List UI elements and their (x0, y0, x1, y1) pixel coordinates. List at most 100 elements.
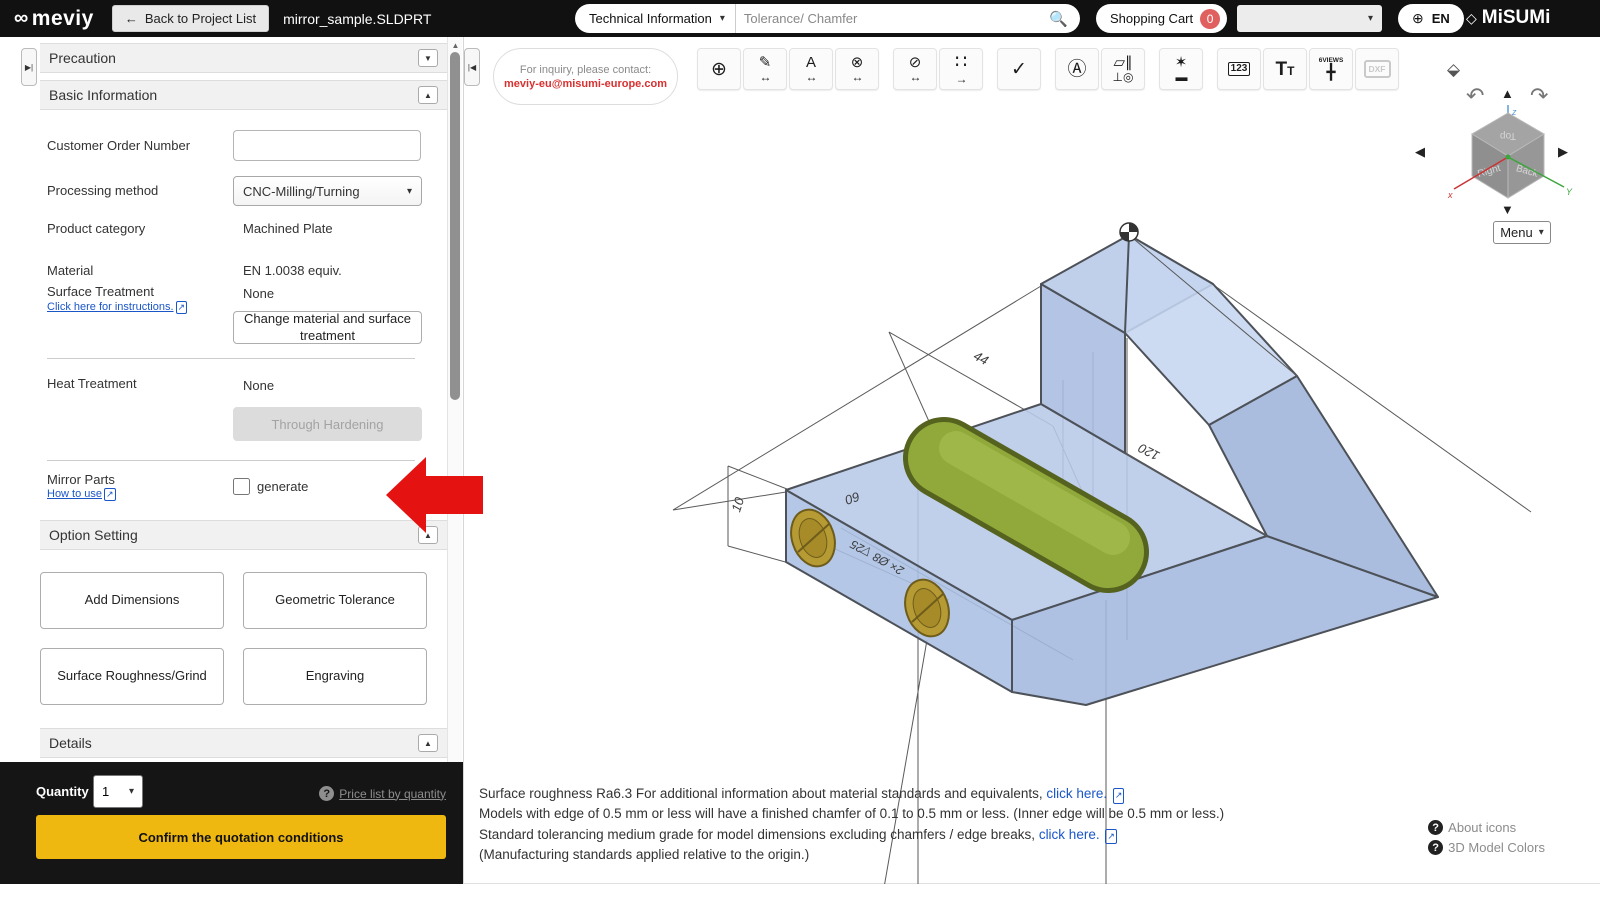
option-setting-title: Option Setting (49, 527, 138, 543)
search-category-value: Technical Information (589, 11, 712, 26)
surface-treatment-value: None (243, 286, 275, 301)
quantity-value: 1 (102, 784, 110, 799)
generate-label: generate (257, 479, 309, 494)
note-line-4: (Manufacturing standards applied relativ… (479, 846, 810, 862)
material-standards-link[interactable]: click here. ↗ (1046, 786, 1125, 804)
view-cube-icon[interactable]: ⬙ (1447, 60, 1460, 80)
divider (47, 358, 415, 359)
cad-viewport[interactable]: For inquiry, please contact: meviy-eu@mi… (463, 37, 1600, 884)
shopping-cart-button[interactable]: Shopping Cart 0 (1096, 4, 1228, 33)
divider (47, 460, 415, 461)
3d-model-canvas[interactable]: 44 120 10 60 2× Ø8 ▽25 (464, 37, 1600, 884)
misumi-logo-text: MiSUMi (1481, 7, 1551, 28)
menu-button[interactable]: Menu ▾ (1493, 221, 1551, 244)
external-link-icon: ↗ (175, 301, 188, 314)
svg-text:x: x (1447, 190, 1453, 200)
add-dimensions-button[interactable]: Add Dimensions (40, 572, 224, 629)
details-toggle-button[interactable]: ▲ (418, 734, 438, 752)
datum-target-marker (1119, 222, 1139, 242)
material-value: EN 1.0038 equiv. (243, 263, 342, 278)
meviy-logo-text: meviy (31, 6, 94, 30)
meviy-logo-icon: ∞ (14, 7, 29, 29)
search-capsule: Technical Information ▾ 🔍 (575, 4, 1080, 33)
project-select[interactable]: ▾ (1237, 5, 1382, 32)
question-icon: ? (1428, 820, 1444, 835)
processing-method-label: Processing method (47, 183, 159, 198)
back-button-label: Back to Project List (144, 11, 257, 26)
model-colors-link[interactable]: ? 3D Model Colors (1428, 840, 1545, 855)
chevron-down-icon: ▾ (406, 185, 412, 197)
scrollbar-thumb[interactable] (450, 52, 460, 400)
help-links: ? About icons ? 3D Model Colors (1428, 820, 1545, 860)
engraving-button[interactable]: Engraving (243, 648, 427, 705)
meviy-app: ∞ meviy ← Back to Project List mirror_sa… (0, 0, 1600, 900)
basic-information-toggle-button[interactable]: ▲ (418, 86, 438, 104)
red-attention-arrow (386, 457, 483, 533)
how-to-use-link[interactable]: How to use ↗ (47, 488, 116, 501)
settings-sidebar: Precaution ▼ Basic Information ▲ Custome… (40, 37, 483, 762)
section-details[interactable]: Details ▲ (40, 728, 447, 758)
precaution-toggle-button[interactable]: ▼ (418, 49, 438, 67)
product-category-value: Machined Plate (243, 221, 333, 236)
surface-roughness-button[interactable]: Surface Roughness/Grind (40, 648, 224, 705)
svg-text:Y: Y (1566, 187, 1573, 197)
manufacturing-notes: Surface roughness Ra6.3 For additional i… (479, 784, 1224, 865)
search-icon[interactable]: 🔍 (1049, 10, 1068, 28)
dim-slot-length: 44 (971, 348, 991, 368)
cart-count-badge: 0 (1200, 8, 1221, 29)
language-button[interactable]: ⊕ EN (1398, 4, 1464, 33)
about-icons-link[interactable]: ? About icons (1428, 820, 1545, 835)
note-line-3: Standard tolerancing medium grade for mo… (479, 826, 1039, 842)
globe-icon: ⊕ (1412, 10, 1424, 26)
through-hardening-button[interactable]: Through Hardening (233, 407, 422, 441)
product-category-label: Product category (47, 221, 146, 236)
shopping-cart-label: Shopping Cart (1110, 11, 1194, 26)
chevron-down-icon: ▾ (1538, 227, 1544, 238)
meviy-logo[interactable]: ∞ meviy (14, 7, 94, 31)
external-link-icon: ↗ (104, 488, 116, 501)
customer-order-number-input[interactable] (233, 130, 421, 161)
mirror-parts-label: Mirror Parts (47, 472, 115, 487)
chevron-down-icon: ▾ (128, 786, 134, 797)
rotate-view-left-icon[interactable]: ◀ (1415, 145, 1425, 158)
section-basic-information[interactable]: Basic Information ▲ (40, 80, 447, 110)
sidebar-collapse-handle[interactable]: |◀ (464, 48, 480, 86)
section-precaution[interactable]: Precaution ▼ (40, 43, 447, 73)
generate-checkbox[interactable] (233, 478, 250, 495)
view-cube[interactable]: z Top Right Back x Y (1444, 99, 1574, 209)
search-input[interactable] (735, 11, 1050, 26)
quantity-label: Quantity (36, 784, 89, 799)
misumi-cube-icon: ◇ (1466, 9, 1477, 26)
sidebar-scrollbar[interactable]: ▲ ▼ (447, 37, 462, 784)
confirm-quotation-button[interactable]: Confirm the quotation conditions (36, 815, 446, 859)
surface-treatment-label: Surface Treatment (47, 284, 154, 299)
note-line-1: Surface roughness Ra6.3 For additional i… (479, 786, 1047, 801)
quotation-panel: Quantity 1 ▾ ? Price list by quantity Co… (0, 762, 463, 884)
geometric-tolerance-button[interactable]: Geometric Tolerance (243, 572, 427, 629)
quantity-select[interactable]: 1 ▾ (93, 775, 143, 808)
tolerancing-link[interactable]: click here. ↗ (1039, 827, 1117, 844)
chevron-down-icon: ▾ (1367, 13, 1373, 24)
processing-method-select[interactable]: CNC-Milling/Turning ▾ (233, 176, 422, 206)
material-label: Material (47, 263, 94, 278)
question-icon: ? (319, 786, 335, 801)
svg-text:Top: Top (1500, 130, 1517, 141)
chevron-down-icon: ▾ (719, 13, 725, 24)
heat-treatment-value: None (243, 378, 275, 393)
change-material-button[interactable]: Change material and surface treatment (233, 311, 422, 344)
processing-method-value: CNC-Milling/Turning (243, 183, 360, 199)
open-file-name: mirror_sample.SLDPRT (283, 10, 432, 27)
language-label: EN (1431, 11, 1450, 26)
search-category-select[interactable]: Technical Information ▾ (575, 4, 736, 33)
instructions-link[interactable]: Click here for instructions. ↗ (47, 301, 188, 314)
heat-treatment-label: Heat Treatment (47, 376, 137, 391)
back-to-project-list-button[interactable]: ← Back to Project List (111, 5, 270, 32)
sidebar-expand-handle[interactable]: ▶| (21, 48, 37, 86)
misumi-logo[interactable]: ◇ MiSUMi (1466, 7, 1550, 29)
dim-thickness: 10 (728, 495, 747, 514)
back-arrow-icon: ← (124, 11, 138, 26)
note-line-2: Models with edge of 0.5 mm or less will … (479, 806, 1225, 822)
dim-length: 120 (1135, 440, 1162, 464)
price-list-link[interactable]: ? Price list by quantity (319, 786, 446, 801)
scroll-up-icon[interactable]: ▲ (450, 41, 461, 50)
